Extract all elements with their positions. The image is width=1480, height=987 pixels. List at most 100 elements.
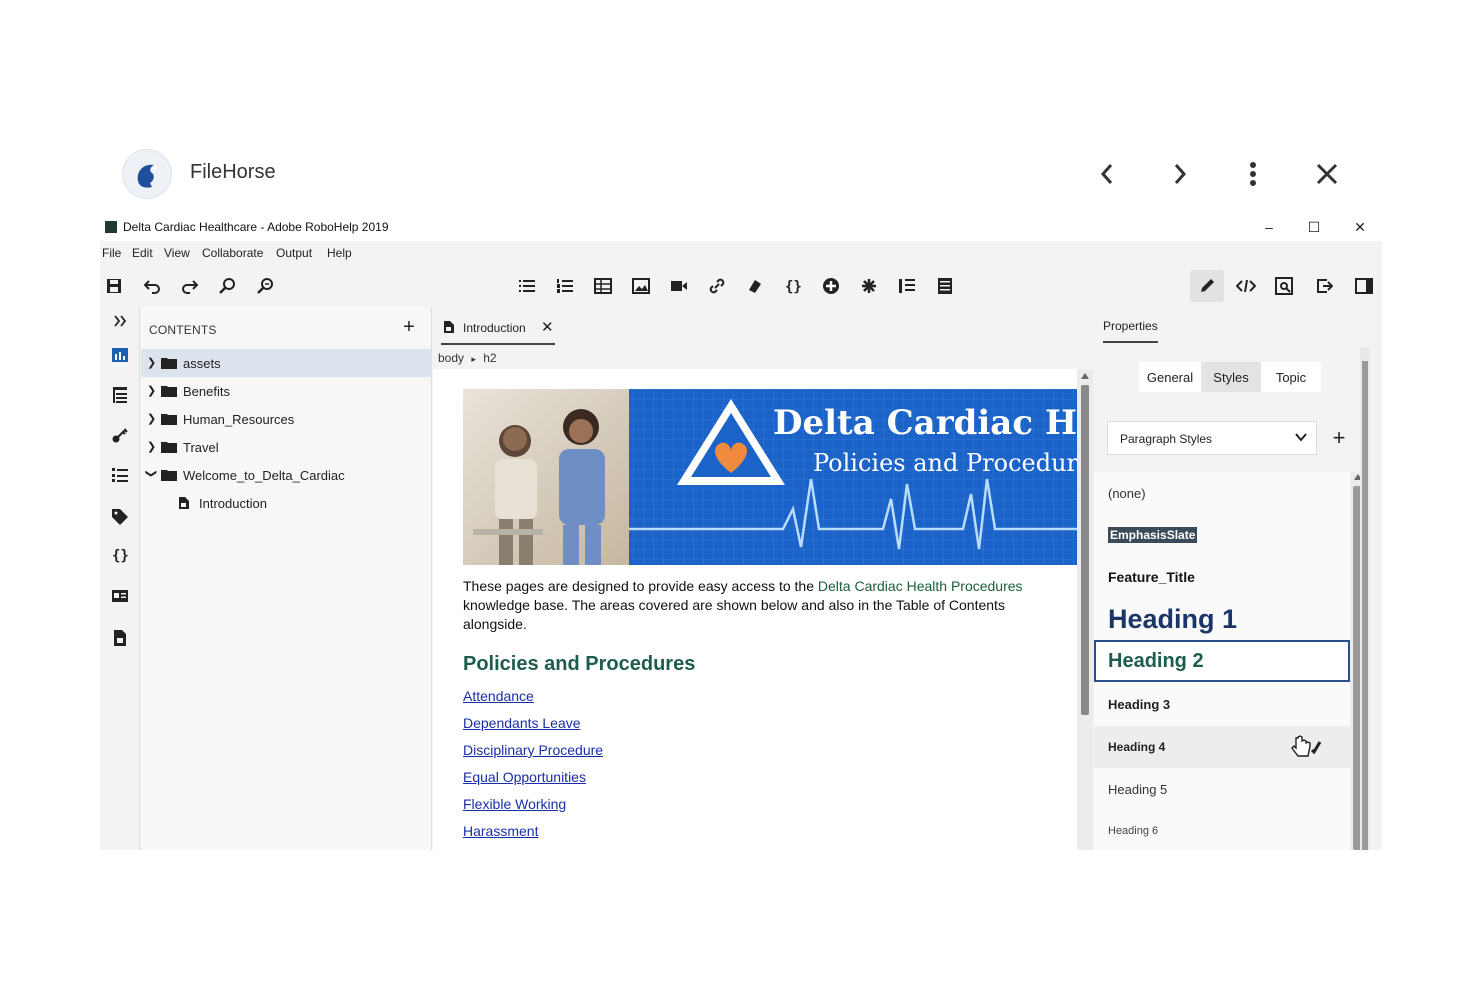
edit-mode-icon[interactable] — [1190, 270, 1224, 302]
tab-styles[interactable]: Styles — [1201, 362, 1261, 392]
tree-folder-welcome[interactable]: ❯ Welcome_to_Delta_Cardiac — [141, 461, 431, 489]
table-icon[interactable] — [591, 275, 615, 297]
link-flexible-working[interactable]: Flexible Working — [463, 796, 566, 812]
add-circle-icon[interactable] — [819, 275, 843, 297]
preview-icon[interactable] — [1272, 275, 1296, 297]
style-heading-4[interactable]: Heading 4 — [1094, 726, 1350, 768]
policies-heading[interactable]: Policies and Procedures — [463, 653, 695, 676]
toggle-panel-icon[interactable] — [1352, 275, 1376, 297]
menu-help[interactable]: Help — [327, 246, 352, 260]
filehorse-logo — [122, 149, 172, 199]
tab-introduction[interactable]: Introduction ✕ — [441, 315, 555, 345]
tree-folder-travel[interactable]: ❯ Travel — [141, 433, 431, 461]
menu-edit[interactable]: Edit — [132, 246, 153, 260]
chevron-right-icon[interactable]: ❯ — [147, 384, 159, 398]
back-button[interactable] — [1090, 157, 1124, 191]
breadcrumb-h2[interactable]: h2 — [483, 351, 496, 365]
chevron-down-icon[interactable]: ❯ — [144, 469, 158, 481]
style-feature-title[interactable]: Feature_Title — [1094, 556, 1350, 598]
redo-icon[interactable] — [178, 275, 202, 297]
link-equal-opportunities[interactable]: Equal Opportunities — [463, 769, 586, 785]
editor-scrollbar[interactable] — [1077, 369, 1093, 850]
forward-button[interactable] — [1163, 157, 1197, 191]
image-icon[interactable] — [629, 275, 653, 297]
more-options-button[interactable] — [1236, 157, 1270, 191]
toc-panel-icon[interactable] — [108, 383, 132, 407]
breadcrumb-separator: ▸ — [471, 354, 476, 364]
style-heading-2[interactable]: Heading 2 — [1094, 640, 1350, 682]
close-button[interactable]: ✕ — [1345, 217, 1375, 237]
tree-topic-introduction[interactable]: Introduction — [141, 489, 431, 517]
scroll-up-icon[interactable] — [1081, 373, 1089, 379]
undo-icon[interactable] — [140, 275, 164, 297]
tree-folder-benefits[interactable]: ❯ Benefits — [141, 377, 431, 405]
style-heading-1[interactable]: Heading 1 — [1094, 598, 1350, 640]
index-panel-icon[interactable] — [108, 463, 132, 487]
contents-panel-icon[interactable] — [108, 343, 132, 367]
numbered-list-icon[interactable] — [553, 275, 577, 297]
code-snippet-icon[interactable]: {} — [781, 275, 805, 297]
add-content-button[interactable]: + — [399, 317, 419, 337]
link-attendance[interactable]: Attendance — [463, 688, 534, 704]
tree-folder-assets[interactable]: ❯ assets — [141, 349, 431, 377]
menu-collaborate[interactable]: Collaborate — [202, 246, 263, 260]
breadcrumb-body[interactable]: body — [438, 351, 464, 365]
bookmark-icon[interactable] — [743, 275, 767, 297]
editor-scroll-thumb[interactable] — [1081, 385, 1089, 715]
style-emphasis-slate[interactable]: EmphasisSlate — [1094, 514, 1350, 556]
paragraph-styles-dropdown[interactable]: Paragraph Styles — [1107, 421, 1317, 455]
style-heading-3[interactable]: Heading 3 — [1094, 684, 1350, 726]
video-icon[interactable] — [667, 275, 691, 297]
chevron-right-icon[interactable]: ❯ — [147, 412, 159, 426]
indent-icon[interactable] — [895, 275, 919, 297]
snippets-panel-icon[interactable] — [108, 584, 132, 608]
document-canvas[interactable]: Delta Cardiac Hea Policies and Procedur … — [433, 369, 1077, 850]
key-panel-icon[interactable] — [108, 423, 132, 447]
special-character-icon[interactable] — [857, 275, 881, 297]
tab-topic[interactable]: Topic — [1261, 362, 1321, 392]
expand-panel-icon[interactable] — [108, 309, 132, 333]
viewer-close-button[interactable] — [1310, 157, 1344, 191]
search-icon[interactable] — [216, 275, 240, 297]
open-external-icon[interactable] — [1312, 275, 1336, 297]
source-view-icon[interactable] — [1234, 275, 1258, 297]
tree-label: Benefits — [183, 384, 230, 399]
viewer-header: FileHorse — [100, 135, 1382, 213]
tree-label: Introduction — [199, 496, 267, 511]
menu-view[interactable]: View — [164, 246, 190, 260]
properties-scroll-thumb[interactable] — [1362, 361, 1368, 850]
link-harassment[interactable]: Harassment — [463, 823, 538, 839]
style-none[interactable]: (none) — [1094, 472, 1350, 514]
menu-output[interactable]: Output — [276, 246, 312, 260]
tab-general[interactable]: General — [1139, 362, 1201, 392]
file-panel-icon[interactable] — [108, 626, 132, 650]
maximize-button[interactable]: ☐ — [1299, 217, 1329, 237]
tab-close-icon[interactable]: ✕ — [541, 318, 554, 336]
chevron-right-icon[interactable]: ❯ — [147, 440, 159, 454]
find-replace-icon[interactable] — [254, 275, 278, 297]
save-icon[interactable] — [102, 275, 126, 297]
menu-file[interactable]: File — [102, 246, 121, 260]
intro-link[interactable]: Delta Cardiac Health Procedures — [818, 578, 1023, 594]
banner-photo — [463, 389, 629, 565]
properties-scrollbar[interactable] — [1360, 347, 1370, 850]
link-icon[interactable] — [705, 275, 729, 297]
menu-bar: File Edit View Collaborate Output Help — [100, 241, 1382, 265]
tags-panel-icon[interactable] — [108, 505, 132, 529]
link-dependants-leave[interactable]: Dependants Leave — [463, 715, 581, 731]
style-label: Heading 3 — [1108, 697, 1171, 712]
properties-tab[interactable]: Properties — [1103, 319, 1158, 343]
tab-label: Introduction — [463, 321, 526, 335]
intro-paragraph: These pages are designed to provide easy… — [463, 577, 1053, 634]
intro-text-before: These pages are designed to provide easy… — [463, 578, 818, 594]
bullet-list-icon[interactable] — [515, 275, 539, 297]
link-disciplinary-procedure[interactable]: Disciplinary Procedure — [463, 742, 603, 758]
variables-panel-icon[interactable]: {} — [108, 543, 132, 567]
add-style-button[interactable]: + — [1330, 421, 1348, 455]
tree-folder-human-resources[interactable]: ❯ Human_Resources — [141, 405, 431, 433]
chevron-right-icon[interactable]: ❯ — [147, 356, 159, 370]
style-heading-5[interactable]: Heading 5 — [1094, 768, 1350, 810]
document-icon[interactable] — [933, 275, 957, 297]
style-heading-6[interactable]: Heading 6 — [1094, 810, 1350, 850]
minimize-button[interactable]: – — [1254, 217, 1284, 237]
